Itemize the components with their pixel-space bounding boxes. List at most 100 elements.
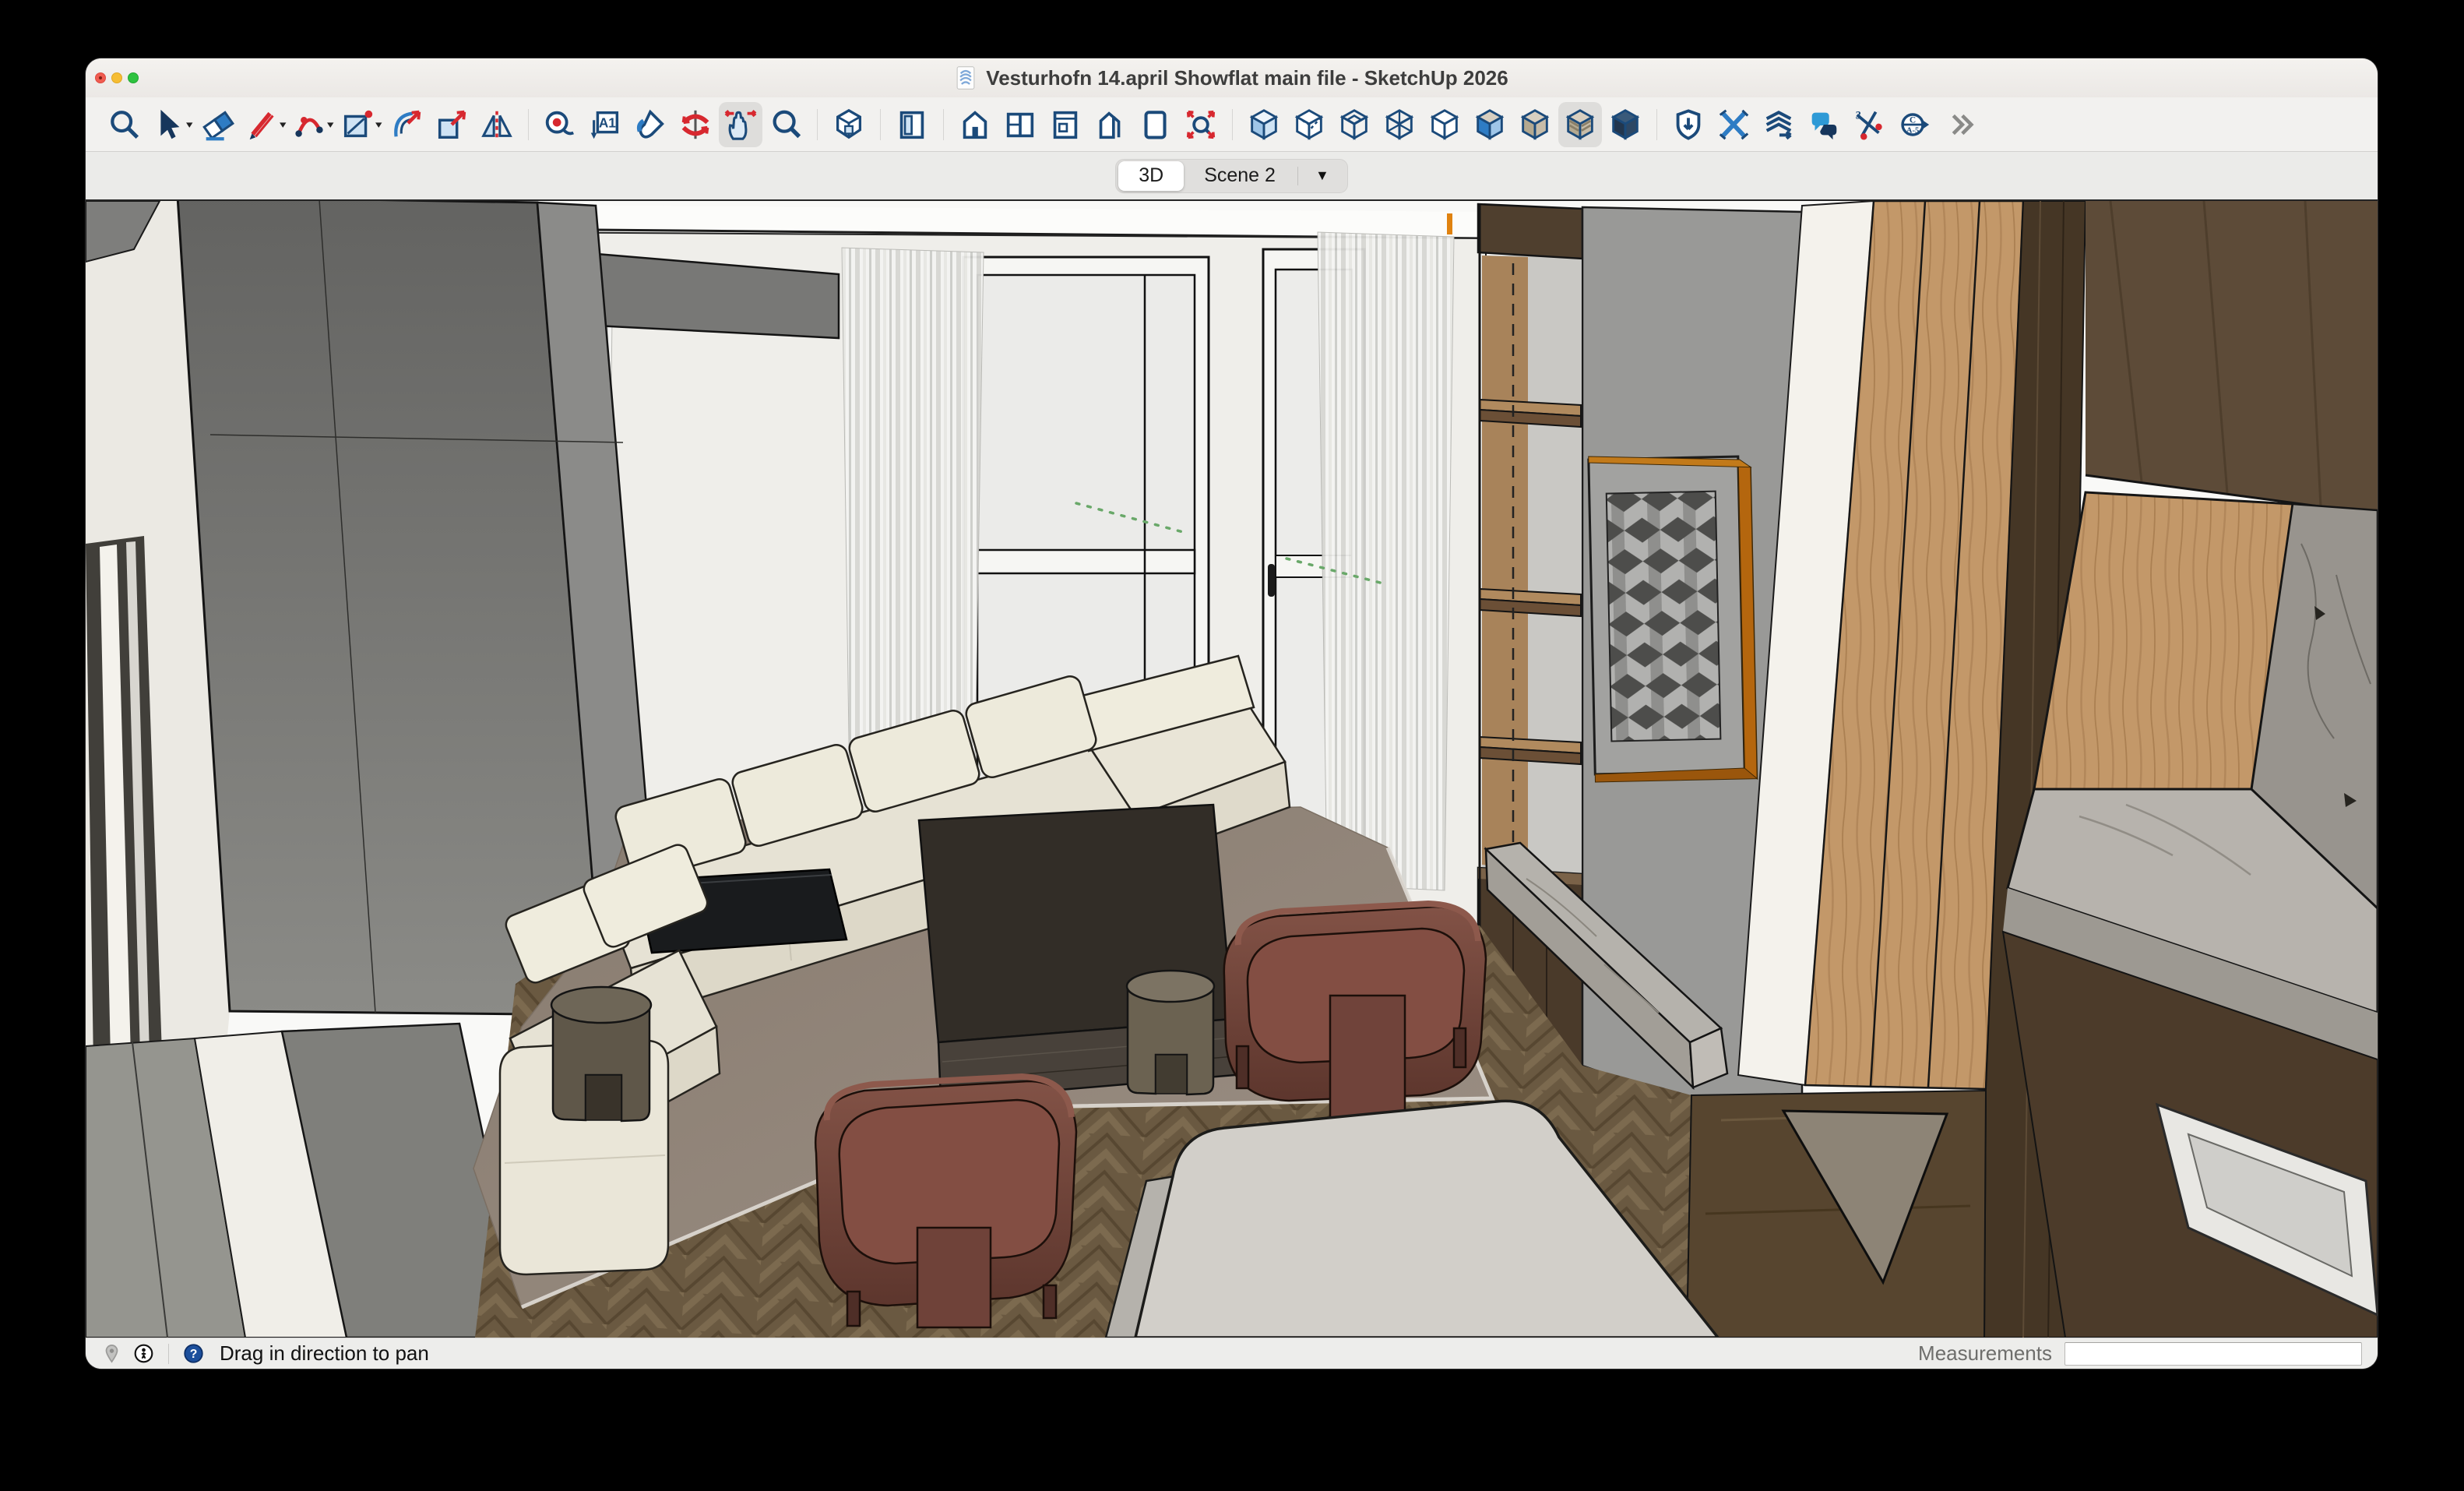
tool-component[interactable] (890, 102, 934, 147)
tool-arcs[interactable]: ▾ (289, 102, 336, 147)
tool-panel[interactable] (1044, 102, 1087, 147)
tool-style-shaded-tan[interactable] (1468, 102, 1512, 147)
arcs-icon (291, 107, 327, 143)
scene-tab-strip: 3D Scene 2 ▼ (86, 152, 2378, 201)
tool-style-monochrome[interactable] (1513, 102, 1557, 147)
tool-caret-icon[interactable]: ▾ (375, 118, 382, 131)
tool-feedback[interactable] (1802, 102, 1846, 147)
shapes-icon (340, 107, 375, 143)
tool-overflow[interactable] (1938, 102, 1981, 147)
tool-tape-measure[interactable] (538, 102, 582, 147)
zoom-button[interactable] (128, 72, 139, 83)
toolbar-separator (880, 109, 881, 140)
inference-icon: 3 (1851, 107, 1887, 143)
split-view-icon (1002, 107, 1038, 143)
tool-structure[interactable] (1089, 102, 1132, 147)
overflow-icon (1941, 107, 1977, 143)
tool-style-shaded[interactable] (1242, 102, 1286, 147)
tab-3d[interactable]: 3D (1118, 161, 1184, 191)
3d-warehouse-icon (831, 107, 867, 143)
tool-push-pull[interactable] (430, 102, 473, 147)
toolbar: ▾ ▾ ▾ ▾ A1 3 CA-5 (86, 97, 2378, 152)
tool-3d-warehouse[interactable] (827, 102, 871, 147)
armchair-right (1224, 904, 1486, 1122)
tool-shapes[interactable]: ▾ (337, 102, 384, 147)
tab-scene-2[interactable]: Scene 2 (1184, 161, 1296, 191)
sketchup-window: Vesturhofn 14.april Showflat main file -… (86, 58, 2378, 1369)
geolocation-icon[interactable] (101, 1343, 122, 1364)
tool-select[interactable]: ▾ (148, 102, 195, 147)
status-bar: ? Drag in direction to pan Measurements (86, 1338, 2378, 1369)
style-textured-icon (1562, 107, 1598, 143)
purge-icon (1670, 107, 1706, 143)
line-icon (244, 107, 280, 143)
offset-icon (389, 107, 424, 143)
zoom-extents-icon (1183, 107, 1219, 143)
tool-zoom[interactable] (764, 102, 808, 147)
style-monochrome-icon (1517, 107, 1553, 143)
tool-section[interactable] (1134, 102, 1177, 147)
svg-text:3: 3 (1856, 109, 1861, 122)
armchair-back-plank (1330, 996, 1405, 1122)
tool-caret-icon[interactable]: ▾ (280, 118, 286, 131)
tool-split-view[interactable] (998, 102, 1042, 147)
tool-axes[interactable] (1712, 102, 1755, 147)
tool-style-xray[interactable] (1332, 102, 1376, 147)
help-icon[interactable]: ? (183, 1343, 204, 1364)
scene-dropdown-icon[interactable]: ▼ (1300, 161, 1345, 191)
document-proxy-icon[interactable] (955, 65, 977, 90)
toolbar-separator (528, 109, 529, 140)
zoom-icon (768, 107, 804, 143)
home-icon (957, 107, 993, 143)
toolbar-separator (943, 109, 944, 140)
door-handle (1268, 564, 1275, 597)
style-back-edges-icon (1291, 107, 1327, 143)
tool-zoom-extents[interactable] (1179, 102, 1223, 147)
tool-style-textured[interactable] (1558, 102, 1602, 147)
tool-export-layers[interactable] (1757, 102, 1800, 147)
credits-icon[interactable] (133, 1343, 154, 1364)
measurements-input[interactable] (2064, 1342, 2362, 1366)
scene-tabs: 3D Scene 2 ▼ (1115, 159, 1348, 193)
tool-line[interactable]: ▾ (241, 102, 288, 147)
measurements-group: Measurements (1918, 1341, 2362, 1366)
tool-detail-marker[interactable]: CA-5 (1892, 102, 1936, 147)
tool-text[interactable]: A1 (583, 102, 627, 147)
orbit-icon (678, 107, 713, 143)
tool-style-hidden-line[interactable] (1423, 102, 1466, 147)
tool-orbit[interactable] (674, 102, 717, 147)
tool-caret-icon[interactable]: ▾ (327, 118, 333, 131)
tool-caret-icon[interactable]: ▾ (186, 118, 192, 131)
window-title-row: Vesturhofn 14.april Showflat main file -… (955, 65, 1508, 90)
tool-eraser[interactable] (196, 102, 240, 147)
search-icon (107, 107, 143, 143)
tool-style-dark[interactable] (1603, 102, 1647, 147)
pan-icon (723, 107, 759, 143)
text-icon: A1 (587, 107, 623, 143)
tool-home[interactable] (953, 102, 997, 147)
tool-flip[interactable] (475, 102, 519, 147)
tool-style-wireframe[interactable] (1378, 102, 1421, 147)
section-marker-orange (1447, 213, 1452, 234)
kitchen-soffit (2086, 201, 2378, 514)
side-stool-center (1127, 971, 1214, 1094)
tool-offset[interactable] (385, 102, 428, 147)
armchair-back-plank (917, 1228, 991, 1327)
tool-inference[interactable]: 3 (1847, 102, 1891, 147)
close-button[interactable] (95, 72, 106, 83)
tool-purge[interactable] (1667, 102, 1710, 147)
tool-style-back-edges[interactable] (1287, 102, 1331, 147)
tape-measure-icon (542, 107, 578, 143)
minimize-button[interactable] (111, 72, 122, 83)
flip-icon (479, 107, 515, 143)
tool-pan[interactable] (719, 102, 762, 147)
desktop: Vesturhofn 14.april Showflat main file -… (0, 0, 2464, 1491)
viewport-canvas[interactable] (86, 201, 2378, 1338)
tool-search[interactable] (103, 102, 146, 147)
style-shaded-tan-icon (1472, 107, 1508, 143)
window-controls (95, 58, 139, 97)
model-viewport[interactable] (86, 201, 2378, 1338)
export-layers-icon (1761, 107, 1797, 143)
title-bar[interactable]: Vesturhofn 14.april Showflat main file -… (86, 58, 2378, 97)
tool-paint-bucket[interactable] (628, 102, 672, 147)
